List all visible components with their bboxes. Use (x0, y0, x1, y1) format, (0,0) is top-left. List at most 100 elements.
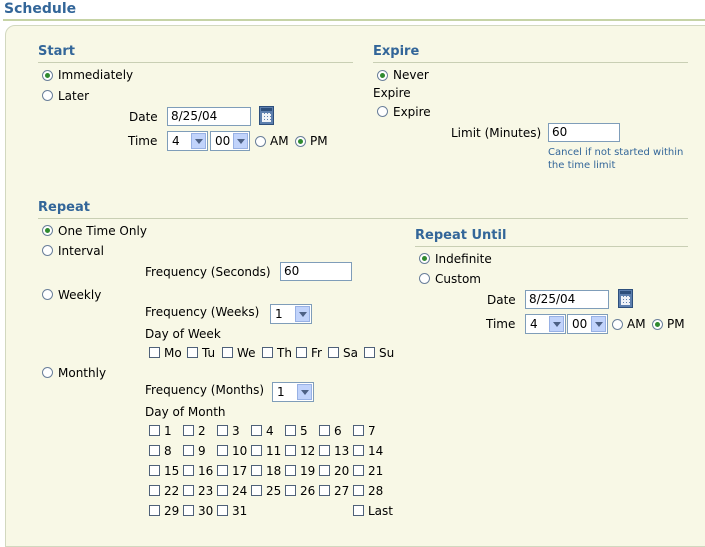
expire-never-label: Never (393, 68, 429, 82)
day-28-label: 28 (368, 484, 384, 498)
day-th-checkbox[interactable] (262, 347, 273, 358)
day-25-checkbox[interactable] (251, 485, 262, 496)
day-11-checkbox[interactable] (251, 445, 262, 456)
repeat-interval-radio[interactable] (42, 245, 53, 256)
repeat-weekly-label: Weekly (58, 288, 102, 302)
expire-never-radio[interactable] (377, 70, 388, 81)
repeat-until-minute-value: 00 (572, 317, 588, 331)
start-hour-select[interactable]: 4 (167, 131, 208, 151)
day-31-checkbox[interactable] (217, 505, 228, 516)
day-30-checkbox[interactable] (183, 505, 194, 516)
day-6-checkbox[interactable] (319, 425, 330, 436)
day-20-checkbox[interactable] (319, 465, 330, 476)
expire-heading: Expire (373, 44, 420, 59)
day-fr-checkbox[interactable] (296, 347, 307, 358)
repeat-until-indefinite-label: Indefinite (435, 252, 492, 266)
start-minute-select[interactable]: 00 (210, 131, 250, 151)
day-7-checkbox[interactable] (353, 425, 364, 436)
expire-expire-label: Expire (393, 105, 431, 119)
repeat-until-heading: Repeat Until (415, 228, 507, 243)
repeat-until-pm-radio[interactable] (652, 319, 663, 330)
repeat-until-time-label: Time (486, 317, 516, 331)
start-divider (38, 62, 353, 63)
repeat-one-time-radio[interactable] (42, 225, 53, 236)
day-2-checkbox[interactable] (183, 425, 194, 436)
day-3-label: 3 (232, 424, 240, 438)
freq-weeks-select[interactable]: 1 (270, 304, 312, 324)
day-24-checkbox[interactable] (217, 485, 228, 496)
day-21-checkbox[interactable] (353, 465, 364, 476)
day-mo-checkbox[interactable] (149, 347, 160, 358)
day-27-checkbox[interactable] (319, 485, 330, 496)
day-24-label: 24 (232, 484, 248, 498)
start-immediately-radio[interactable] (42, 70, 53, 81)
day-17-checkbox[interactable] (217, 465, 228, 476)
day-last-checkbox[interactable] (353, 505, 364, 516)
day-5-label: 5 (300, 424, 308, 438)
day-tu-checkbox[interactable] (187, 347, 198, 358)
day-th-label: Th (277, 346, 292, 360)
day-16-label: 16 (198, 464, 214, 478)
day-19-checkbox[interactable] (285, 465, 296, 476)
expire-limit-input[interactable]: 60 (548, 123, 620, 142)
day-we-checkbox[interactable] (222, 347, 233, 358)
day-22-checkbox[interactable] (149, 485, 160, 496)
day-23-checkbox[interactable] (183, 485, 194, 496)
day-28-checkbox[interactable] (353, 485, 364, 496)
day-11-label: 11 (266, 444, 282, 458)
day-21-label: 21 (368, 464, 384, 478)
day-26-checkbox[interactable] (285, 485, 296, 496)
expire-expire-radio[interactable] (377, 106, 388, 117)
repeat-until-date-input[interactable]: 8/25/04 (525, 290, 609, 309)
freq-months-select[interactable]: 1 (272, 382, 314, 402)
start-later-radio[interactable] (42, 90, 53, 101)
day-9-label: 9 (198, 444, 206, 458)
day-sa-checkbox[interactable] (328, 347, 339, 358)
repeat-until-custom-radio[interactable] (419, 273, 430, 284)
day-8-checkbox[interactable] (149, 445, 160, 456)
day-5-checkbox[interactable] (285, 425, 296, 436)
repeat-interval-label: Interval (58, 244, 104, 258)
repeat-until-indefinite-radio[interactable] (419, 253, 430, 264)
repeat-monthly-radio[interactable] (42, 367, 53, 378)
start-pm-label: PM (310, 134, 328, 148)
day-fr-label: Fr (311, 346, 322, 360)
repeat-until-custom-label: Custom (435, 272, 481, 286)
day-1-label: 1 (164, 424, 172, 438)
start-pm-radio[interactable] (295, 136, 306, 147)
day-su-label: Su (379, 346, 395, 360)
repeat-monthly-label: Monthly (58, 366, 107, 380)
day-tu-label: Tu (202, 346, 216, 360)
day-15-checkbox[interactable] (149, 465, 160, 476)
day-10-label: 10 (232, 444, 248, 458)
day-29-checkbox[interactable] (149, 505, 160, 516)
repeat-until-hour-select[interactable]: 4 (525, 314, 566, 334)
day-su-checkbox[interactable] (364, 347, 375, 358)
day-13-checkbox[interactable] (319, 445, 330, 456)
repeat-until-date-label: Date (487, 293, 516, 307)
expire-limit-label: Limit (Minutes) (451, 126, 542, 140)
repeat-until-calendar-icon[interactable] (618, 289, 633, 308)
day-9-checkbox[interactable] (183, 445, 194, 456)
day-last-label: Last (368, 504, 393, 518)
repeat-until-minute-select[interactable]: 00 (567, 314, 608, 334)
start-date-input[interactable]: 8/25/04 (167, 107, 251, 126)
day-16-checkbox[interactable] (183, 465, 194, 476)
day-10-checkbox[interactable] (217, 445, 228, 456)
day-4-checkbox[interactable] (251, 425, 262, 436)
freq-weeks-label: Frequency (Weeks) (145, 305, 260, 319)
day-18-label: 18 (266, 464, 282, 478)
repeat-until-am-radio[interactable] (612, 319, 623, 330)
day-18-checkbox[interactable] (251, 465, 262, 476)
day-14-checkbox[interactable] (353, 445, 364, 456)
day-13-label: 13 (334, 444, 350, 458)
day-1-checkbox[interactable] (149, 425, 160, 436)
day-12-checkbox[interactable] (285, 445, 296, 456)
expire-never-label-line2: Expire (373, 86, 411, 100)
start-calendar-icon[interactable] (259, 106, 274, 125)
repeat-weekly-radio[interactable] (42, 289, 53, 300)
day-3-checkbox[interactable] (217, 425, 228, 436)
expire-limit-hint-line2: the time limit (548, 160, 616, 171)
start-am-radio[interactable] (255, 136, 266, 147)
freq-seconds-input[interactable]: 60 (280, 262, 352, 281)
